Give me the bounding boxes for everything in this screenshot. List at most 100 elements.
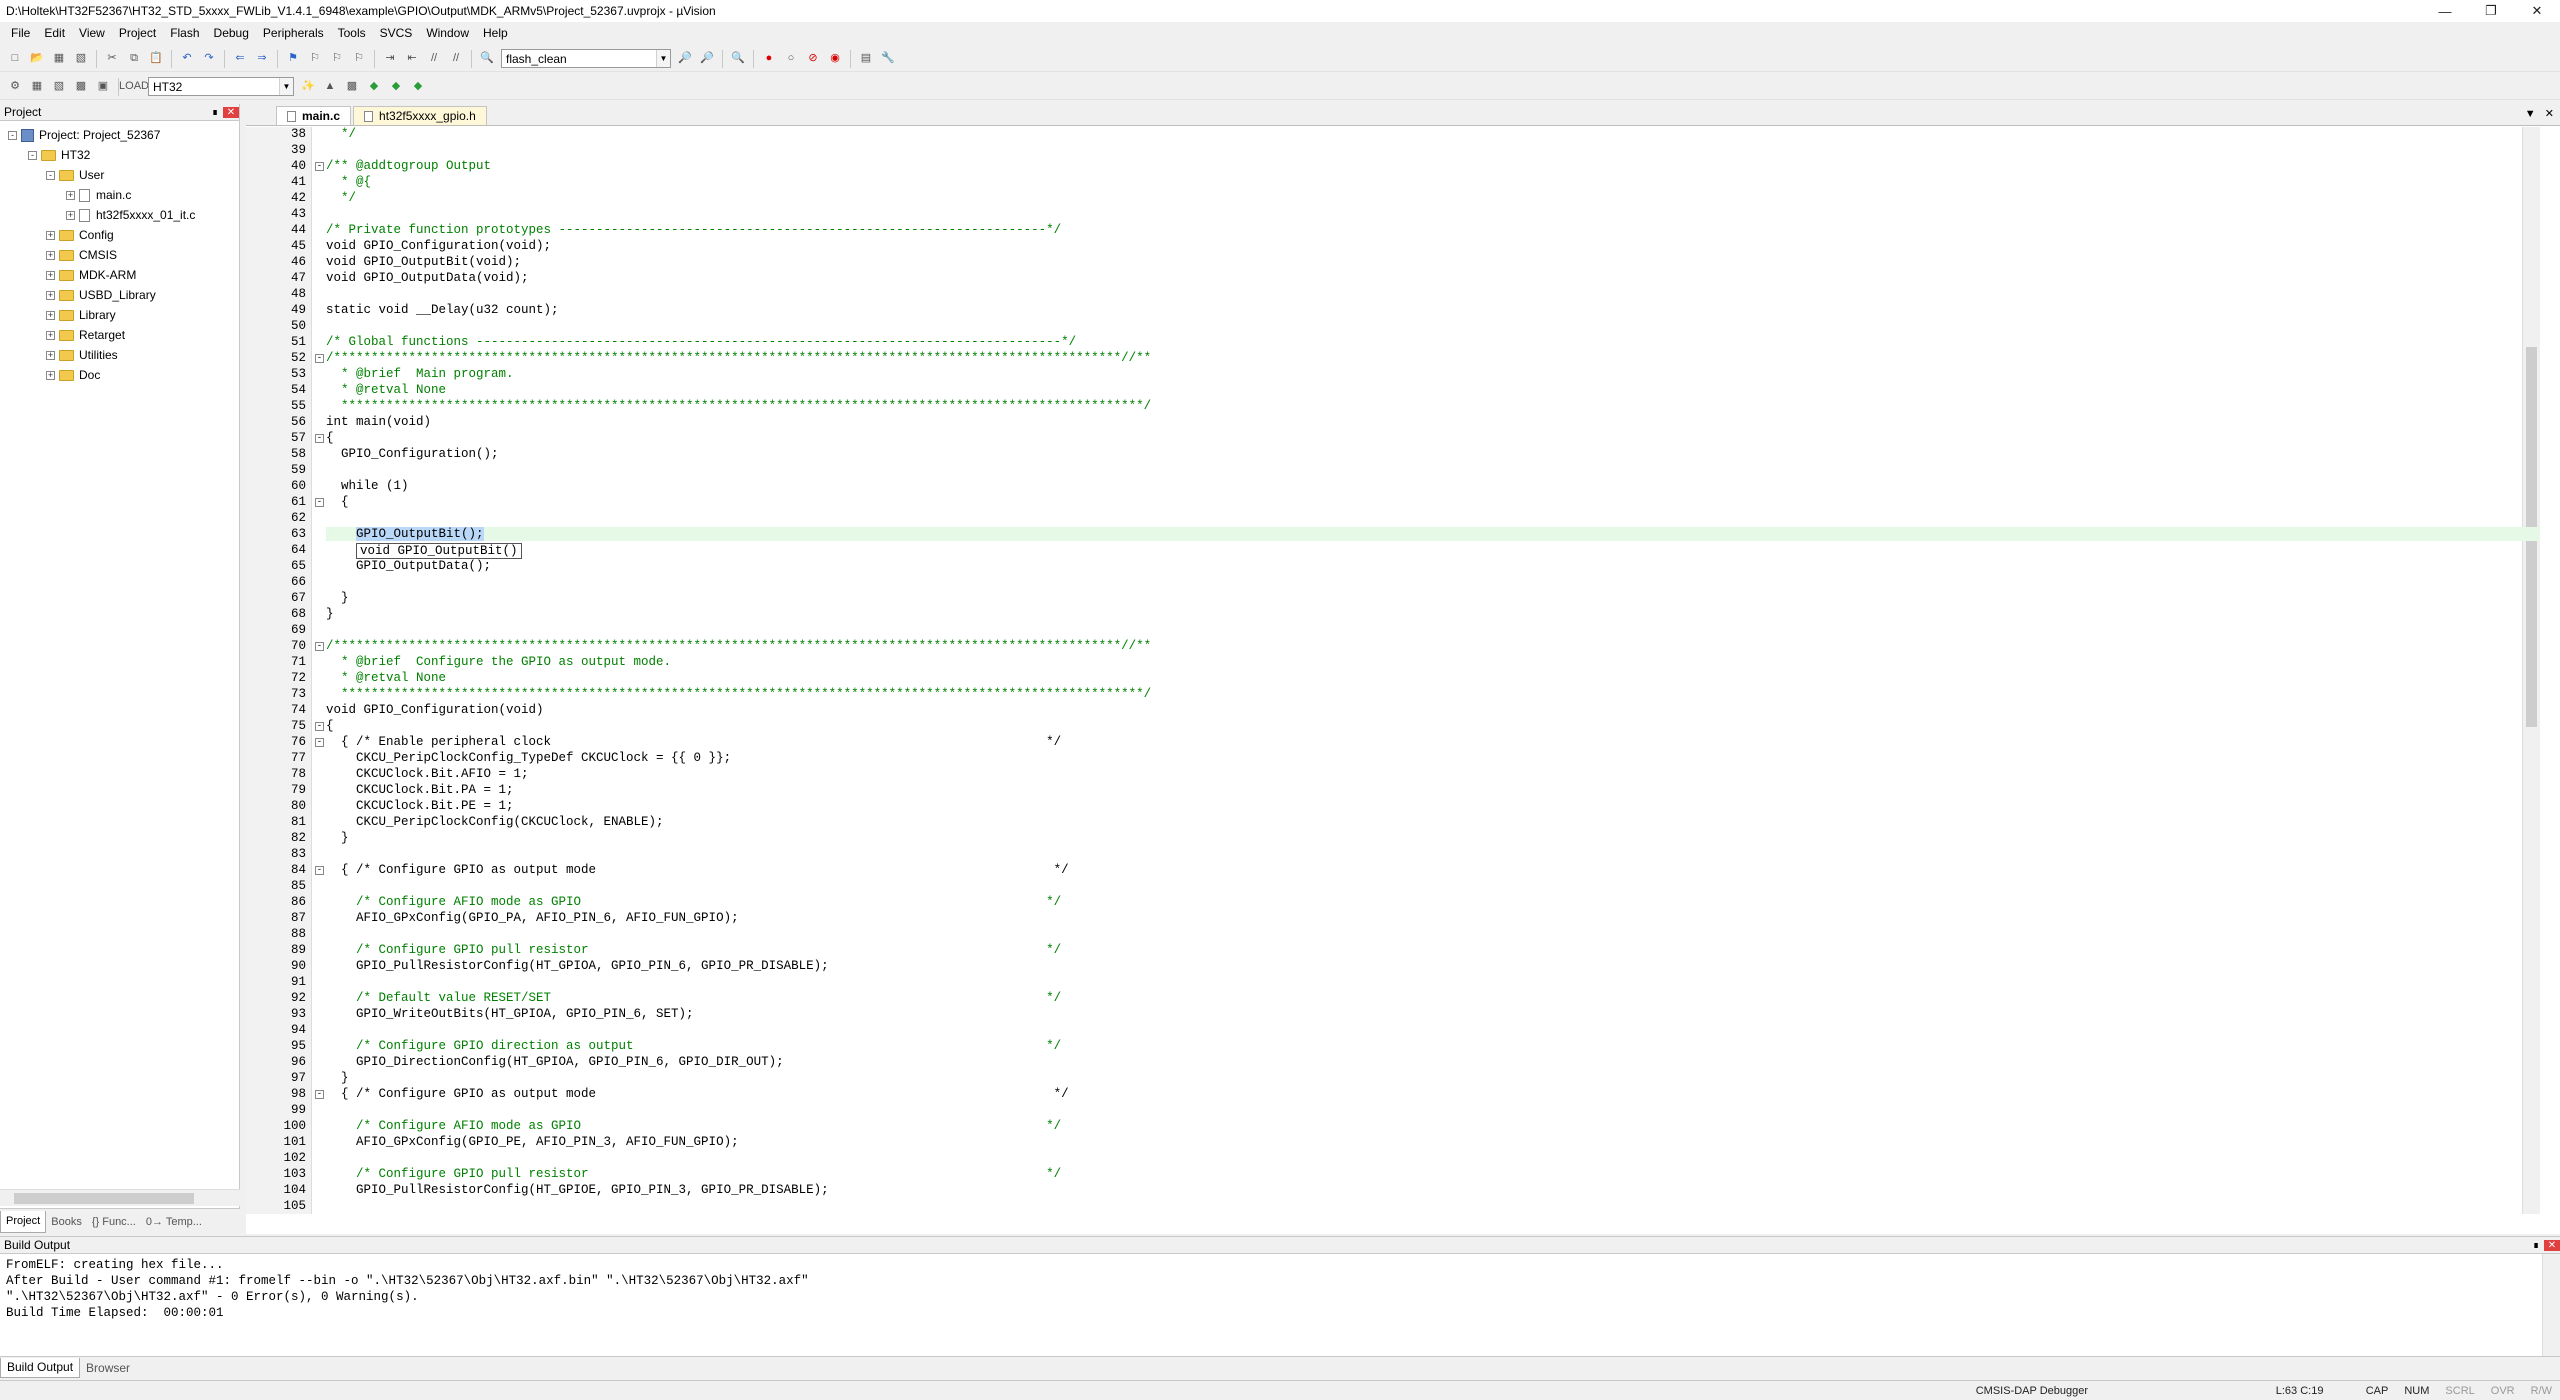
code-line[interactable]: }	[326, 831, 349, 845]
target-combo[interactable]: flash_clean ▼	[501, 49, 671, 68]
project-horizontal-scrollbar[interactable]	[0, 1189, 240, 1206]
code-line[interactable]: void GPIO_OutputData(void);	[326, 271, 529, 285]
code-line[interactable]: /* Configure GPIO pull resistor */	[326, 1167, 1061, 1181]
code-line[interactable]: { /* Configure GPIO as output mode */	[326, 1087, 1069, 1101]
collapse-icon[interactable]: -	[46, 170, 55, 180]
fold-marker-icon[interactable]: -	[315, 498, 324, 507]
save-icon[interactable]: ▦	[50, 50, 68, 68]
tree-item-main-c[interactable]: + main.c	[0, 185, 239, 205]
expand-icon[interactable]: +	[46, 330, 55, 340]
file-extensions-icon[interactable]: ▩	[343, 78, 361, 96]
rebuild-icon[interactable]: ▧	[50, 78, 68, 96]
fold-marker-icon[interactable]: -	[315, 722, 324, 731]
tab-gpio-h[interactable]: ht32f5xxxx_gpio.h	[353, 106, 487, 125]
menu-project[interactable]: Project	[112, 26, 163, 40]
close-icon[interactable]: ✕	[2545, 108, 2554, 120]
build-icon[interactable]: ▦	[28, 78, 46, 96]
fold-marker-icon[interactable]: -	[315, 642, 324, 651]
unindent-icon[interactable]: ⇤	[403, 50, 421, 68]
expand-icon[interactable]: +	[46, 310, 55, 320]
menu-window[interactable]: Window	[419, 26, 476, 40]
stop-build-icon[interactable]: ▣	[94, 78, 112, 96]
code-line[interactable]: void GPIO_Configuration(void)	[326, 703, 544, 717]
save-all-icon[interactable]: ▧	[72, 50, 90, 68]
tree-item-config[interactable]: + Config	[0, 225, 239, 245]
menu-peripherals[interactable]: Peripherals	[256, 26, 331, 40]
pin-icon[interactable]: ∎	[207, 107, 223, 118]
code-line[interactable]: GPIO_PullResistorConfig(HT_GPIOE, GPIO_P…	[326, 1183, 829, 1197]
translate-icon[interactable]: ⚙	[6, 78, 24, 96]
incremental-find-icon[interactable]: 🔎	[676, 50, 694, 68]
navigate-back-icon[interactable]: ⇐	[231, 50, 249, 68]
tab-books[interactable]: Books	[46, 1211, 87, 1233]
code-line[interactable]: /***************************************…	[326, 639, 1151, 653]
close-icon[interactable]: ✕	[2544, 1239, 2560, 1251]
code-line[interactable]: /* Configure GPIO pull resistor */	[326, 943, 1061, 957]
build-output-scrollbar[interactable]	[2542, 1254, 2560, 1357]
bookmark-next-icon[interactable]: ⚐	[328, 50, 346, 68]
menu-file[interactable]: File	[4, 26, 37, 40]
code-view[interactable]: void GPIO_OutputBit() 38 */39 40-/** @add…	[246, 127, 2540, 1214]
tree-item-library[interactable]: + Library	[0, 305, 239, 325]
bookmark-prev-icon[interactable]: ⚐	[306, 50, 324, 68]
batch-build-icon[interactable]: ▩	[72, 78, 90, 96]
code-line[interactable]: while (1)	[326, 479, 409, 493]
code-line[interactable]: /***************************************…	[326, 351, 1151, 365]
code-line[interactable]: {	[326, 495, 349, 509]
fold-marker-icon[interactable]: -	[315, 866, 324, 875]
tree-item-it-c[interactable]: + ht32f5xxxx_01_it.c	[0, 205, 239, 225]
code-line[interactable]: GPIO_Configuration();	[326, 447, 499, 461]
expand-icon[interactable]: +	[46, 370, 55, 380]
debug-session-icon[interactable]: 🔎	[698, 50, 716, 68]
redo-icon[interactable]: ↷	[200, 50, 218, 68]
code-line[interactable]: AFIO_GPxConfig(GPIO_PE, AFIO_PIN_3, AFIO…	[326, 1135, 739, 1149]
tab-browser[interactable]: Browser	[80, 1358, 136, 1378]
menu-help[interactable]: Help	[476, 26, 515, 40]
menu-edit[interactable]: Edit	[37, 26, 72, 40]
chevron-down-icon[interactable]: ▼	[279, 78, 293, 95]
breakpoint-options-icon[interactable]: ◉	[826, 50, 844, 68]
code-line[interactable]: AFIO_GPxConfig(GPIO_PA, AFIO_PIN_6, AFIO…	[326, 911, 739, 925]
tree-item-retarget[interactable]: + Retarget	[0, 325, 239, 345]
code-line[interactable]: CKCUClock.Bit.PE = 1;	[326, 799, 514, 813]
window-layout-icon[interactable]: ▤	[857, 50, 875, 68]
code-line[interactable]: /* Global functions --------------------…	[326, 335, 1076, 349]
tree-item-doc[interactable]: + Doc	[0, 365, 239, 385]
menu-tools[interactable]: Tools	[331, 26, 373, 40]
restore-button[interactable]: ❐	[2468, 0, 2514, 22]
code-line[interactable]: */	[326, 127, 356, 141]
code-line[interactable]: void GPIO_Configuration(void);	[326, 239, 551, 253]
tab-build-output[interactable]: Build Output	[0, 1357, 81, 1378]
tree-item-utilities[interactable]: + Utilities	[0, 345, 239, 365]
fold-marker-icon[interactable]: -	[315, 1090, 324, 1099]
menu-flash[interactable]: Flash	[163, 26, 206, 40]
bookmark-clear-icon[interactable]: ⚐	[350, 50, 368, 68]
code-line[interactable]: ****************************************…	[326, 399, 1151, 413]
paste-icon[interactable]: 📋	[147, 50, 165, 68]
tree-item-mdk-arm[interactable]: + MDK-ARM	[0, 265, 239, 285]
code-line[interactable]: GPIO_PullResistorConfig(HT_GPIOA, GPIO_P…	[326, 959, 829, 973]
find-in-files-icon[interactable]: 🔍	[478, 50, 496, 68]
uncomment-icon[interactable]: //	[447, 50, 465, 68]
tree-item-usbd-library[interactable]: + USBD_Library	[0, 285, 239, 305]
fold-marker-icon[interactable]: -	[315, 738, 324, 747]
code-line[interactable]: * @retval None	[326, 383, 446, 397]
code-line[interactable]: CKCU_PeripClockConfig_TypeDef CKCUClock …	[326, 751, 731, 765]
fold-marker-icon[interactable]: -	[315, 354, 324, 363]
code-line[interactable]: CKCUClock.Bit.PA = 1;	[326, 783, 514, 797]
breakpoint-disable-icon[interactable]: ○	[782, 50, 800, 68]
expand-icon[interactable]: +	[46, 230, 55, 240]
copy-icon[interactable]: ⧉	[125, 50, 143, 68]
tree-item-project[interactable]: - Project: Project_52367	[0, 125, 239, 145]
minimize-button[interactable]: —	[2422, 0, 2468, 22]
menu-view[interactable]: View	[72, 26, 112, 40]
fold-marker-icon[interactable]: -	[315, 434, 324, 443]
code-line[interactable]: * @{	[326, 175, 371, 189]
code-line[interactable]: CKCU_PeripClockConfig(CKCUClock, ENABLE)…	[326, 815, 664, 829]
code-line[interactable]: }	[326, 591, 349, 605]
code-line[interactable]: GPIO_WriteOutBits(HT_GPIOA, GPIO_PIN_6, …	[326, 1007, 694, 1021]
expand-icon[interactable]: +	[46, 250, 55, 260]
code-line[interactable]: ****************************************…	[326, 687, 1151, 701]
code-line[interactable]: { /* Enable peripheral clock */	[326, 735, 1061, 749]
collapse-icon[interactable]: -	[28, 150, 37, 160]
